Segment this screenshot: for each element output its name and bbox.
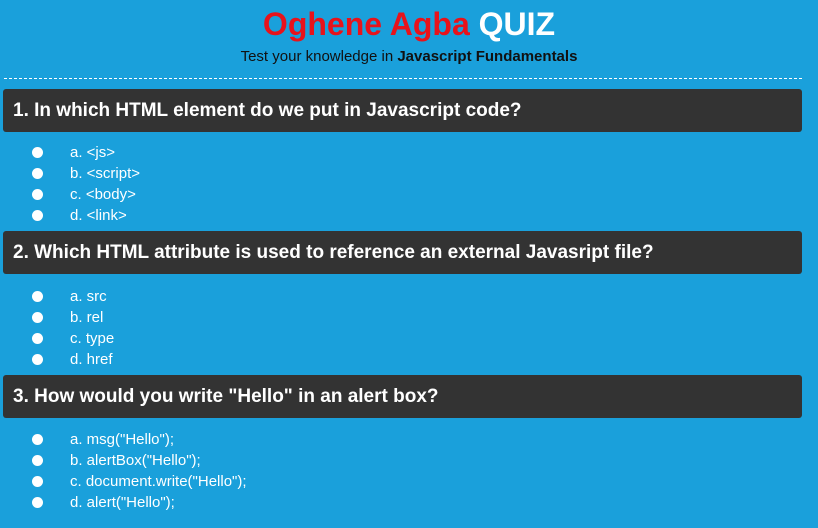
option-label: b. alertBox("Hello"); [70,452,201,469]
option-label: c. document.write("Hello"); [70,473,247,490]
question-2-text: 2. Which HTML attribute is used to refer… [3,231,802,274]
option-label: b. rel [70,309,104,326]
question-2-option-c[interactable]: c. type [3,328,802,349]
question-2: 2. Which HTML attribute is used to refer… [3,231,802,370]
quiz-header: Oghene Agba QUIZ Test your knowledge in … [0,0,818,66]
question-3-option-b[interactable]: b. alertBox("Hello"); [3,450,802,471]
option-label: a. msg("Hello"); [70,431,175,448]
question-1-options: a. <js> b. <script> c. <body> d. <link> [3,132,802,226]
question-list: 1. In which HTML element do we put in Ja… [0,89,818,513]
question-1-option-d[interactable]: d. <link> [3,205,802,226]
radio-button[interactable] [32,497,43,508]
radio-button[interactable] [32,168,43,179]
page-title: Oghene Agba QUIZ [0,6,818,42]
header-divider [4,78,802,79]
option-label: b. <script> [70,165,141,182]
option-label: d. alert("Hello"); [70,494,175,511]
radio-button[interactable] [32,210,43,221]
page-subtitle: Test your knowledge in Javascript Fundam… [0,48,818,66]
question-2-option-b[interactable]: b. rel [3,307,802,328]
question-1-option-c[interactable]: c. <body> [3,184,802,205]
question-3-option-d[interactable]: d. alert("Hello"); [3,492,802,513]
radio-button[interactable] [32,434,43,445]
option-label: a. <js> [70,144,116,161]
subtitle-prefix: Test your knowledge in [240,48,394,65]
option-label: c. type [70,330,115,347]
radio-button[interactable] [32,312,43,323]
title-quiz-word: QUIZ [478,6,556,42]
radio-button[interactable] [32,455,43,466]
option-label: a. src [70,288,107,305]
subtitle-topic: Javascript Fundamentals [397,48,578,65]
radio-button[interactable] [32,354,43,365]
radio-button[interactable] [32,189,43,200]
option-label: c. <body> [70,186,136,203]
radio-button[interactable] [32,476,43,487]
radio-button[interactable] [32,333,43,344]
question-2-option-a[interactable]: a. src [3,286,802,307]
question-1-option-b[interactable]: b. <script> [3,163,802,184]
question-3-option-c[interactable]: c. document.write("Hello"); [3,471,802,492]
question-1-option-a[interactable]: a. <js> [3,142,802,163]
option-label: d. href [70,351,113,368]
question-2-options: a. src b. rel c. type d. href [3,274,802,370]
radio-button[interactable] [32,291,43,302]
question-1-text: 1. In which HTML element do we put in Ja… [3,89,802,132]
option-label: d. <link> [70,207,127,224]
radio-button[interactable] [32,147,43,158]
title-author-name: Oghene Agba [262,6,470,42]
question-3-options: a. msg("Hello"); b. alertBox("Hello"); c… [3,418,802,513]
question-1: 1. In which HTML element do we put in Ja… [3,89,802,226]
question-2-option-d[interactable]: d. href [3,349,802,370]
question-3: 3. How would you write "Hello" in an ale… [3,375,802,513]
question-3-text: 3. How would you write "Hello" in an ale… [3,375,802,418]
question-3-option-a[interactable]: a. msg("Hello"); [3,429,802,450]
